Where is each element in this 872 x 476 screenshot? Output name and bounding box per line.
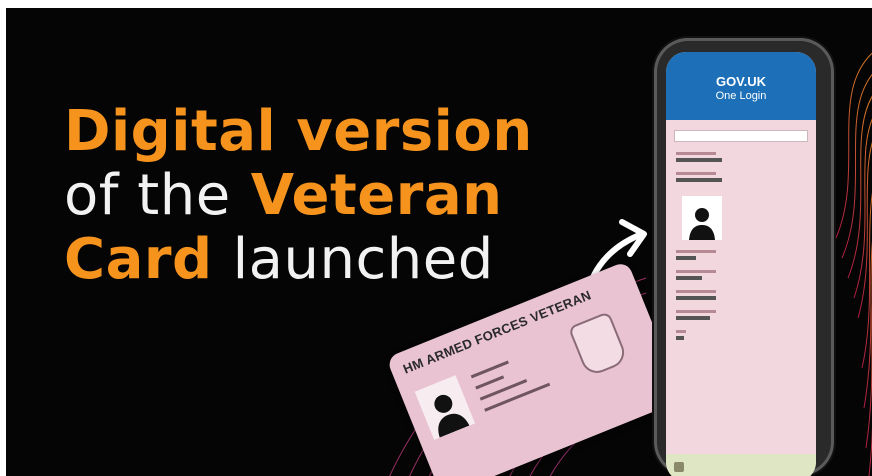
phone-screen: GOV.UK One Login [666, 52, 816, 476]
person-silhouette-icon [682, 196, 722, 240]
detail-field [676, 172, 806, 182]
person-silhouette-icon [414, 375, 475, 440]
headline: Digital version of the Veteran Card laun… [64, 100, 533, 292]
lock-icon [674, 462, 684, 472]
card-text-line [475, 375, 505, 390]
detail-field [676, 330, 806, 340]
card-text-line [484, 382, 551, 412]
headline-of-the: of the [64, 163, 231, 228]
detail-field [676, 152, 806, 162]
one-login-label: One Login [715, 90, 767, 102]
detail-field [676, 310, 806, 320]
card-heading-placeholder [674, 130, 808, 142]
headline-digital-version: Digital version [64, 99, 533, 164]
detail-field [676, 250, 806, 260]
detail-field [676, 270, 806, 280]
gov-uk-header: GOV.UK One Login [666, 52, 816, 120]
banner: Digital version of the Veteran Card laun… [0, 0, 872, 476]
detail-field [676, 290, 806, 300]
headline-card: Card [64, 227, 213, 292]
crest-icon [567, 311, 629, 378]
gov-uk-brand: GOV.UK [715, 74, 767, 89]
headline-launched: launched [232, 227, 494, 292]
phone-mockup: GOV.UK One Login [654, 38, 834, 476]
screen-footer [666, 454, 816, 476]
headline-veteran: Veteran [250, 163, 503, 228]
